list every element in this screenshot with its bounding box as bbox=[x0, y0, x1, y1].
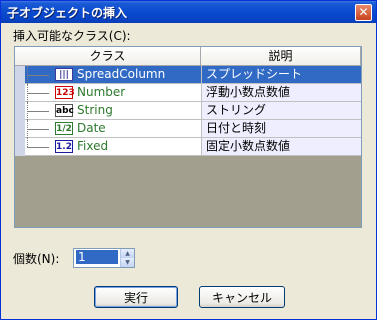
description-cell[interactable]: 浮動小数点数値 bbox=[201, 84, 361, 102]
grid-row[interactable]: ||| SpreadColumn スプレッドシート bbox=[15, 66, 361, 84]
class-name: Number bbox=[77, 85, 126, 99]
column-header-description[interactable]: 説明 bbox=[201, 47, 361, 65]
spin-buttons: ▲ ▼ bbox=[120, 249, 134, 267]
run-button[interactable]: 実行 bbox=[94, 286, 178, 308]
close-icon: ✕ bbox=[358, 5, 369, 19]
tree-lines bbox=[15, 138, 55, 156]
spreadcolumn-icon: ||| bbox=[55, 68, 73, 81]
class-cell[interactable]: abc String bbox=[15, 102, 201, 120]
class-grid[interactable]: クラス 説明 ||| SpreadColumn スプレッドシート 123 Num… bbox=[14, 46, 362, 228]
count-label: 個数(N): bbox=[13, 252, 60, 266]
class-cell[interactable]: ||| SpreadColumn bbox=[15, 66, 201, 84]
spin-up-icon[interactable]: ▲ bbox=[120, 249, 134, 258]
tree-lines bbox=[15, 66, 55, 84]
insertable-classes-label: 挿入可能なクラス(C): bbox=[13, 29, 131, 43]
tree-lines bbox=[15, 102, 55, 120]
class-cell[interactable]: 123 Number bbox=[15, 84, 201, 102]
tree-lines bbox=[15, 120, 55, 138]
class-cell[interactable]: 1.2 Fixed bbox=[15, 138, 201, 156]
number-icon: 123 bbox=[55, 86, 75, 99]
class-name: Fixed bbox=[77, 139, 109, 153]
class-name: Date bbox=[77, 121, 106, 135]
column-header-class[interactable]: クラス bbox=[15, 47, 201, 65]
string-icon: abc bbox=[55, 104, 74, 117]
grid-row[interactable]: 1/2 Date 日付と時刻 bbox=[15, 120, 361, 138]
class-name: SpreadColumn bbox=[77, 67, 166, 81]
grid-row[interactable]: abc String ストリング bbox=[15, 102, 361, 120]
count-stepper[interactable]: ▲ ▼ bbox=[73, 248, 135, 268]
insert-child-object-dialog: 子オブジェクトの挿入 ✕ 挿入可能なクラス(C): クラス 説明 ||| Spr… bbox=[0, 0, 377, 320]
grid-row[interactable]: 1.2 Fixed 固定小数点数値 bbox=[15, 138, 361, 156]
count-input[interactable] bbox=[76, 250, 118, 264]
description-cell[interactable]: ストリング bbox=[201, 102, 361, 120]
grid-row[interactable]: 123 Number 浮動小数点数値 bbox=[15, 84, 361, 102]
description-cell[interactable]: 日付と時刻 bbox=[201, 120, 361, 138]
grid-header: クラス 説明 bbox=[15, 47, 361, 66]
class-cell[interactable]: 1/2 Date bbox=[15, 120, 201, 138]
fixed-icon: 1.2 bbox=[55, 140, 73, 153]
close-button[interactable]: ✕ bbox=[355, 4, 372, 21]
class-name: String bbox=[77, 103, 113, 117]
date-icon: 1/2 bbox=[55, 122, 73, 135]
description-cell[interactable]: 固定小数点数値 bbox=[201, 138, 361, 156]
spin-down-icon[interactable]: ▼ bbox=[120, 258, 134, 267]
description-cell[interactable]: スプレッドシート bbox=[201, 66, 361, 84]
cancel-button[interactable]: キャンセル bbox=[199, 286, 285, 308]
tree-lines bbox=[15, 84, 55, 102]
dialog-title: 子オブジェクトの挿入 bbox=[7, 6, 128, 20]
title-bar: 子オブジェクトの挿入 ✕ bbox=[1, 1, 376, 23]
